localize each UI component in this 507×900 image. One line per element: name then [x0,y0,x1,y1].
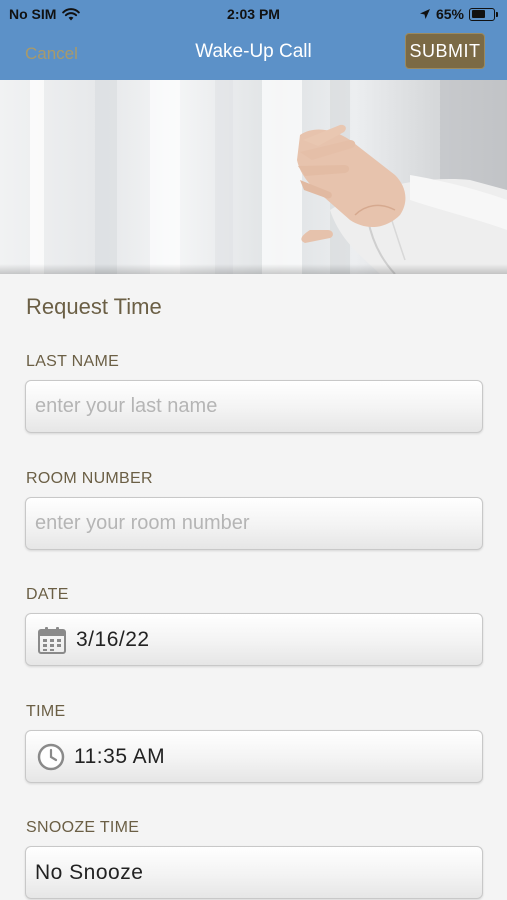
nav-bar: Cancel Wake-Up Call SUBMIT [0,28,507,80]
hero-image [0,80,507,274]
last-name-input[interactable] [26,381,482,432]
section-title: Request Time [26,294,162,319]
status-bar: No SIM 2:03 PM 65% [0,0,507,28]
time-field[interactable]: 11:35 AM [25,730,483,783]
hero-shadow [0,264,507,274]
last-name-label: LAST NAME [26,353,120,370]
cancel-button[interactable]: Cancel [25,44,78,64]
room-number-input[interactable] [26,498,482,549]
time-label: TIME [26,703,66,720]
status-right: 65% [419,6,498,22]
clock-icon [37,743,65,771]
submit-button[interactable]: SUBMIT [405,33,485,69]
room-number-label: ROOM NUMBER [26,470,153,487]
location-arrow-icon [419,8,431,20]
battery-icon [469,7,498,21]
last-name-field[interactable] [25,380,483,433]
room-number-field[interactable] [25,497,483,550]
date-label: DATE [26,586,69,603]
calendar-icon [37,625,67,655]
snooze-time-select[interactable]: No Snooze [25,846,483,899]
time-value: 11:35 AM [74,744,166,768]
snooze-time-label: SNOOZE TIME [26,819,140,836]
battery-fill [471,10,486,18]
battery-percent: 65% [435,6,464,22]
snooze-value: No Snooze [35,860,144,884]
date-value: 3/16/22 [76,627,150,651]
date-field[interactable]: 3/16/22 [25,613,483,666]
